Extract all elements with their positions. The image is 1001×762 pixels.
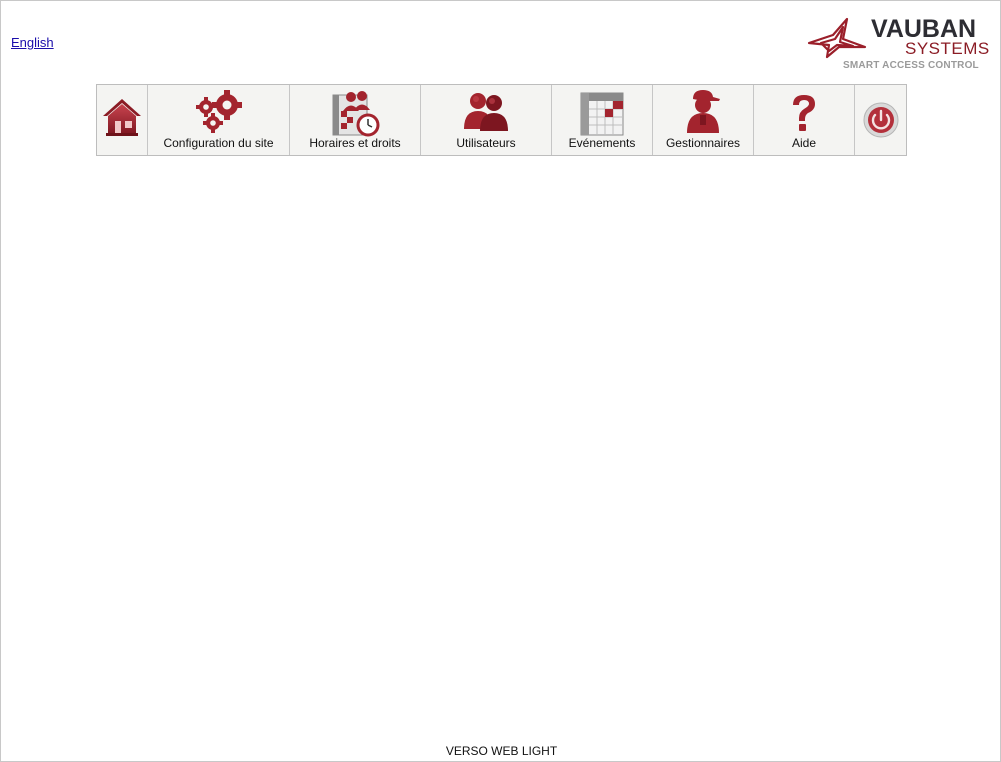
menu-item-site-config[interactable]: Configuration du site: [148, 85, 290, 155]
logo-tagline: SMART ACCESS CONTROL: [843, 60, 979, 71]
footer-text: VERSO WEB LIGHT: [445, 744, 558, 758]
menu-item-schedules[interactable]: Horaires et droits: [290, 85, 421, 155]
home-icon: [103, 99, 141, 136]
menu-item-home[interactable]: [97, 85, 148, 155]
menu-item-help-label: Aide: [791, 136, 817, 150]
menu-item-managers-label: Gestionnaires: [665, 136, 741, 150]
menu-item-events[interactable]: Evénements: [552, 85, 653, 155]
gears-icon: [195, 90, 242, 133]
menu-item-users-label: Utilisateurs: [456, 136, 516, 150]
menu-item-logout[interactable]: [855, 85, 906, 155]
calendar-clock-icon: [332, 91, 380, 137]
vauban-star-icon: [807, 17, 867, 59]
power-icon: [863, 102, 898, 138]
manager-icon: [687, 90, 720, 133]
menu-item-events-label: Evénements: [568, 136, 636, 150]
question-mark-icon: [793, 95, 815, 131]
menu-item-help[interactable]: Aide: [754, 85, 855, 155]
menu-item-site-config-label: Configuration du site: [163, 136, 274, 150]
main-menu: Configuration du site Horaires et droits…: [96, 84, 907, 156]
menu-item-schedules-label: Horaires et droits: [309, 136, 401, 150]
page-frame: English VAUBAN SYSTEMS SMART ACCESS CONT…: [0, 0, 1001, 762]
logo-brand-sub: SYSTEMS: [905, 39, 990, 58]
language-link-english[interactable]: English: [11, 35, 54, 50]
users-icon: [464, 93, 508, 131]
vauban-logo: VAUBAN SYSTEMS SMART ACCESS CONTROL: [801, 13, 989, 75]
calendar-grid-icon: [580, 92, 624, 136]
menu-item-users[interactable]: Utilisateurs: [421, 85, 552, 155]
menu-item-managers[interactable]: Gestionnaires: [653, 85, 754, 155]
